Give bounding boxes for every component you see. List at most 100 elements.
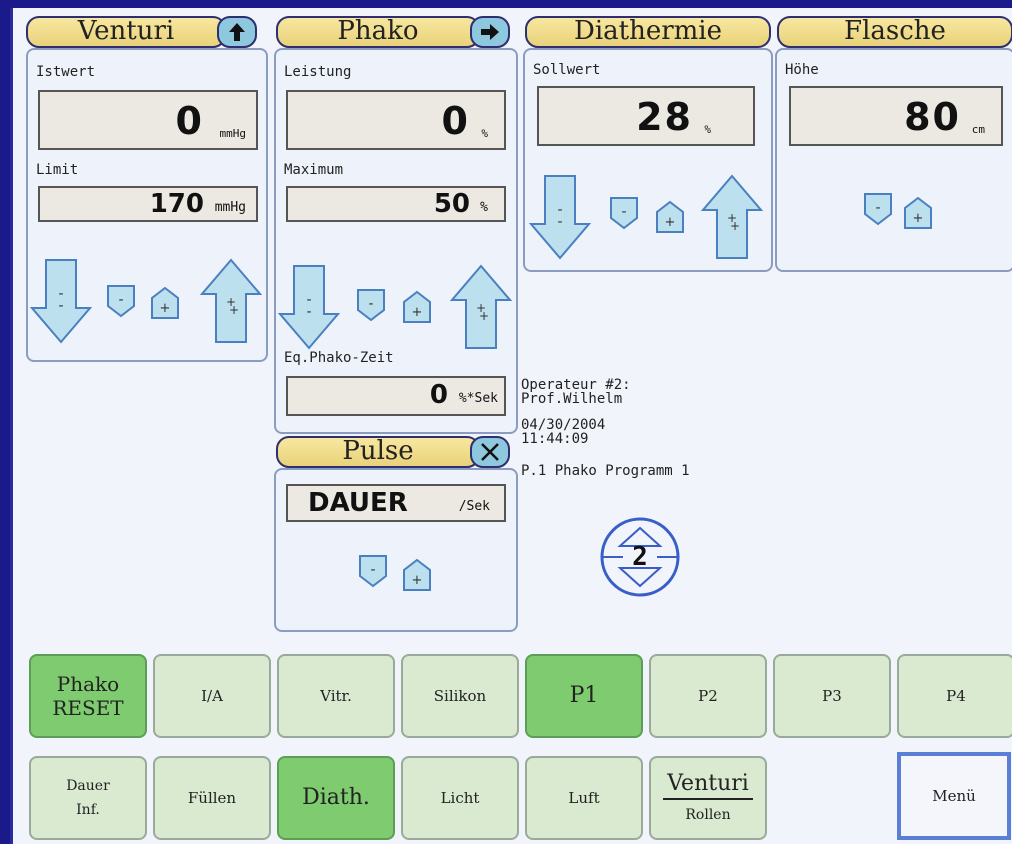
limit-display: 170 mmHg bbox=[38, 186, 258, 222]
minus-shield-icon[interactable]: - bbox=[358, 554, 388, 588]
dauer-display: DAUER /Sek bbox=[286, 484, 506, 522]
minus-shield-icon[interactable]: - bbox=[356, 288, 386, 322]
licht-label: Licht bbox=[440, 789, 480, 807]
svg-text:-: - bbox=[875, 200, 880, 216]
phako-reset-button[interactable]: Phako RESET bbox=[29, 654, 147, 738]
maximum-label: Maximum bbox=[284, 162, 344, 178]
svg-text:-: - bbox=[621, 204, 626, 220]
pulse-title: Pulse bbox=[342, 436, 414, 466]
menu-label: Menü bbox=[932, 787, 976, 805]
svg-text:-: - bbox=[58, 298, 63, 314]
ia-label: I/A bbox=[201, 687, 223, 705]
down-arrow-big-icon[interactable]: -- bbox=[278, 264, 340, 350]
flasche-tab[interactable]: Flasche bbox=[777, 16, 1012, 48]
svg-text:+: + bbox=[229, 303, 239, 317]
hoehe-unit: cm bbox=[971, 123, 985, 136]
eq-phako-zeit-label: Eq.Phako-Zeit bbox=[284, 350, 394, 366]
luft-button[interactable]: Luft bbox=[525, 756, 643, 840]
program-text: P.1 Phako Programm 1 bbox=[521, 463, 690, 479]
plus-house-icon[interactable]: + bbox=[402, 558, 432, 592]
svg-text:-: - bbox=[370, 562, 375, 578]
phako-reset-label: Phako RESET bbox=[52, 672, 124, 720]
minus-shield-icon[interactable]: - bbox=[609, 196, 639, 230]
dauer-inf-button[interactable]: Dauer Inf. bbox=[29, 756, 147, 840]
p3-button[interactable]: P3 bbox=[773, 654, 891, 738]
svg-text:+: + bbox=[665, 215, 676, 230]
svg-text:-: - bbox=[306, 304, 311, 320]
pulse-close-button[interactable] bbox=[470, 436, 510, 468]
hoehe-display: 80 cm bbox=[789, 86, 1003, 146]
up-arrow-big-icon[interactable]: ++ bbox=[450, 264, 512, 350]
maximum-unit: % bbox=[480, 200, 488, 215]
svg-text:+: + bbox=[412, 573, 423, 588]
sollwert-display: 28 % bbox=[537, 86, 755, 146]
phako-arrow-right-button[interactable] bbox=[470, 16, 510, 48]
maximum-value: 50 bbox=[433, 189, 470, 219]
sollwert-unit: % bbox=[704, 123, 711, 136]
down-arrow-big-icon[interactable]: -- bbox=[30, 258, 92, 344]
p4-button[interactable]: P4 bbox=[897, 654, 1012, 738]
up-arrow-big-icon[interactable]: ++ bbox=[701, 174, 763, 260]
istwert-display: 0 mmHg bbox=[38, 90, 258, 150]
program-dial-value: 2 bbox=[632, 542, 648, 572]
venturi-arrow-up-button[interactable] bbox=[217, 16, 257, 48]
program-dial[interactable]: 2 bbox=[599, 516, 681, 598]
plus-house-icon[interactable]: + bbox=[903, 196, 933, 230]
svg-text:+: + bbox=[160, 301, 171, 316]
menu-button[interactable]: Menü bbox=[897, 752, 1011, 840]
flasche-title: Flasche bbox=[844, 16, 946, 46]
maximum-display: 50 % bbox=[286, 186, 506, 222]
diathermie-panel: Sollwert 28 % -- - + + + bbox=[523, 48, 773, 272]
venturi-toggle-top: Venturi bbox=[663, 772, 753, 800]
pulse-tab[interactable]: Pulse bbox=[276, 436, 480, 468]
dauer-unit: /Sek bbox=[458, 499, 490, 514]
down-arrow-big-icon[interactable]: -- bbox=[529, 174, 591, 260]
p1-button[interactable]: P1 bbox=[525, 654, 643, 738]
phako-tab[interactable]: Phako bbox=[276, 16, 480, 48]
venturi-panel: Istwert 0 mmHg Limit 170 mmHg -- - + + + bbox=[26, 48, 268, 362]
minus-shield-icon[interactable]: - bbox=[106, 284, 136, 318]
venturi-title: Venturi bbox=[77, 16, 175, 46]
minus-shield-icon[interactable]: - bbox=[863, 192, 893, 226]
arrow-right-icon bbox=[481, 24, 499, 40]
plus-house-icon[interactable]: + bbox=[402, 290, 432, 324]
vitr-label: Vitr. bbox=[320, 687, 352, 705]
luft-label: Luft bbox=[568, 789, 600, 807]
limit-value: 170 bbox=[149, 189, 204, 219]
dauer-value: DAUER bbox=[308, 488, 408, 518]
p2-button[interactable]: P2 bbox=[649, 654, 767, 738]
istwert-unit: mmHg bbox=[219, 127, 247, 140]
diathermie-tab[interactable]: Diathermie bbox=[525, 16, 771, 48]
silikon-button[interactable]: Silikon bbox=[401, 654, 519, 738]
diathermie-title: Diathermie bbox=[573, 16, 723, 46]
plus-house-icon[interactable]: + bbox=[150, 286, 180, 320]
hoehe-label: Höhe bbox=[785, 62, 819, 78]
venturi-tab[interactable]: Venturi bbox=[26, 16, 226, 48]
p4-label: P4 bbox=[946, 687, 966, 705]
diath-button[interactable]: Diath. bbox=[277, 756, 395, 840]
phako-title: Phako bbox=[337, 16, 419, 46]
leistung-display: 0 % bbox=[286, 90, 506, 150]
close-icon bbox=[481, 443, 499, 461]
fuellen-button[interactable]: Füllen bbox=[153, 756, 271, 840]
p2-label: P2 bbox=[698, 687, 718, 705]
licht-button[interactable]: Licht bbox=[401, 756, 519, 840]
svg-text:+: + bbox=[479, 309, 489, 323]
limit-unit: mmHg bbox=[214, 200, 246, 215]
eq-phako-zeit-unit: %*Sek bbox=[458, 391, 498, 406]
svg-text:+: + bbox=[730, 219, 740, 233]
time-text: 11:44:09 bbox=[521, 431, 589, 447]
istwert-label: Istwert bbox=[36, 64, 96, 80]
up-arrow-big-icon[interactable]: ++ bbox=[200, 258, 262, 344]
venturi-rollen-button[interactable]: Venturi Rollen bbox=[649, 756, 767, 840]
ia-button[interactable]: I/A bbox=[153, 654, 271, 738]
svg-text:-: - bbox=[368, 296, 373, 312]
plus-house-icon[interactable]: + bbox=[655, 200, 685, 234]
screen: Venturi Istwert 0 mmHg Limit 170 mmHg --… bbox=[10, 8, 1012, 844]
date-text: 04/30/2004 bbox=[521, 417, 606, 433]
phako-panel: Leistung 0 % Maximum 50 % -- - + + + Eq.P… bbox=[274, 48, 518, 434]
flasche-panel: Höhe 80 cm - + bbox=[775, 48, 1012, 272]
dauer-inf-line1: Dauer bbox=[66, 778, 110, 794]
sollwert-label: Sollwert bbox=[533, 62, 601, 78]
vitr-button[interactable]: Vitr. bbox=[277, 654, 395, 738]
